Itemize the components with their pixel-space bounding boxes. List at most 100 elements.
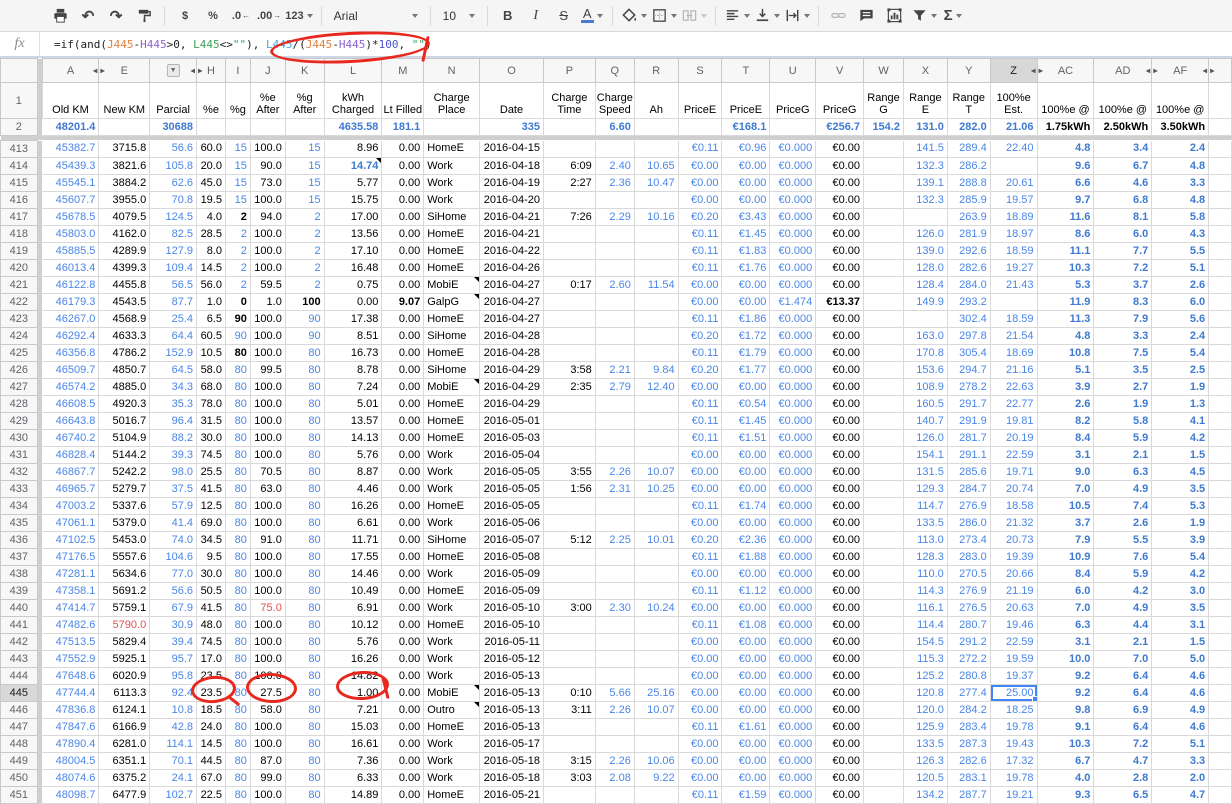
cell-AC423[interactable]: 11.3 [1037, 311, 1094, 328]
cell-A422[interactable]: 46179.3 [42, 294, 99, 311]
cell-Y418[interactable]: 281.9 [947, 226, 990, 243]
cell-J428[interactable]: 100.0 [250, 396, 285, 413]
format-percent-button[interactable]: % [201, 4, 225, 28]
cell-T413[interactable]: €0.96 [722, 141, 770, 158]
cell-L451[interactable]: 14.89 [324, 787, 382, 804]
row-header-438[interactable]: 438 [1, 566, 38, 583]
cell-A449[interactable]: 48004.5 [42, 753, 99, 770]
cell-J416[interactable]: 100.0 [250, 192, 285, 209]
cell-T419[interactable]: €1.83 [722, 243, 770, 260]
cell-R449[interactable]: 10.06 [634, 753, 678, 770]
cell-X428[interactable]: 160.5 [903, 396, 947, 413]
cell-A427[interactable]: 46574.2 [42, 379, 99, 396]
cell-M426[interactable]: 0.00 [382, 362, 424, 379]
cell-H448[interactable]: 14.5 [197, 736, 226, 753]
cell-Q421[interactable]: 2.60 [595, 277, 634, 294]
cell-U449[interactable]: €0.000 [770, 753, 816, 770]
cell-Y439[interactable]: 276.9 [947, 583, 990, 600]
row-header-450[interactable]: 450 [1, 770, 38, 787]
total-cell-E[interactable] [99, 119, 150, 136]
cell-Y434[interactable]: 276.9 [947, 498, 990, 515]
cell-I422[interactable]: 0 [225, 294, 250, 311]
cell-AD425[interactable]: 7.5 [1094, 345, 1152, 362]
cell-X445[interactable]: 120.8 [903, 685, 947, 702]
cell-V434[interactable]: €0.00 [816, 498, 864, 515]
cell-R429[interactable] [634, 413, 678, 430]
cell-T430[interactable]: €1.51 [722, 430, 770, 447]
cell-J431[interactable]: 100.0 [250, 447, 285, 464]
cell-A417[interactable]: 45678.5 [42, 209, 99, 226]
cell-H429[interactable]: 31.5 [197, 413, 226, 430]
cell-V417[interactable]: €0.00 [816, 209, 864, 226]
cell-I430[interactable]: 80 [225, 430, 250, 447]
cell-M422[interactable]: 9.07 [382, 294, 424, 311]
cell-AC415[interactable]: 6.6 [1037, 175, 1094, 192]
cell-AC418[interactable]: 8.6 [1037, 226, 1094, 243]
cell-G422[interactable]: 87.7 [150, 294, 197, 311]
cell-Y421[interactable]: 284.0 [947, 277, 990, 294]
cell-R423[interactable] [634, 311, 678, 328]
column-header-sliver[interactable]: ▶ [1209, 59, 1232, 83]
cell-P445[interactable]: 0:10 [543, 685, 595, 702]
cell-H432[interactable]: 25.5 [197, 464, 226, 481]
cell-Q415[interactable]: 2.36 [595, 175, 634, 192]
cell-sliver416[interactable] [1209, 192, 1232, 209]
cell-O446[interactable]: 2016-05-13 [480, 702, 544, 719]
cell-sliver448[interactable] [1209, 736, 1232, 753]
cell-AD421[interactable]: 3.7 [1094, 277, 1152, 294]
cell-T416[interactable]: €0.00 [722, 192, 770, 209]
cell-H419[interactable]: 8.0 [197, 243, 226, 260]
cell-G445[interactable]: 92.4 [150, 685, 197, 702]
cell-V439[interactable]: €0.00 [816, 583, 864, 600]
cell-I437[interactable]: 80 [225, 549, 250, 566]
cell-U444[interactable]: €0.000 [770, 668, 816, 685]
cell-Q445[interactable]: 5.66 [595, 685, 634, 702]
cell-A426[interactable]: 46509.7 [42, 362, 99, 379]
cell-AD433[interactable]: 4.9 [1094, 481, 1152, 498]
row-header-439[interactable]: 439 [1, 583, 38, 600]
cell-G438[interactable]: 77.0 [150, 566, 197, 583]
cell-J430[interactable]: 100.0 [250, 430, 285, 447]
cell-R435[interactable] [634, 515, 678, 532]
cell-X450[interactable]: 120.5 [903, 770, 947, 787]
cell-Z414[interactable] [990, 158, 1037, 175]
cell-I438[interactable]: 80 [225, 566, 250, 583]
cell-X426[interactable]: 153.6 [903, 362, 947, 379]
cell-X440[interactable]: 116.1 [903, 600, 947, 617]
cell-Z442[interactable]: 22.59 [990, 634, 1037, 651]
cell-T432[interactable]: €0.00 [722, 464, 770, 481]
cell-AD427[interactable]: 2.7 [1094, 379, 1152, 396]
cell-V441[interactable]: €0.00 [816, 617, 864, 634]
cell-Z426[interactable]: 21.16 [990, 362, 1037, 379]
cell-AF437[interactable]: 5.4 [1152, 549, 1209, 566]
cell-Y441[interactable]: 280.7 [947, 617, 990, 634]
cell-O415[interactable]: 2016-04-19 [480, 175, 544, 192]
cell-U426[interactable]: €0.000 [770, 362, 816, 379]
cell-N427[interactable]: MobiE [424, 379, 480, 396]
row-header-424[interactable]: 424 [1, 328, 38, 345]
cell-AC414[interactable]: 9.6 [1037, 158, 1094, 175]
cell-M429[interactable]: 0.00 [382, 413, 424, 430]
cell-Y433[interactable]: 284.7 [947, 481, 990, 498]
cell-U434[interactable]: €0.000 [770, 498, 816, 515]
cell-S425[interactable]: €0.11 [678, 345, 722, 362]
cell-V433[interactable]: €0.00 [816, 481, 864, 498]
cell-A446[interactable]: 47836.8 [42, 702, 99, 719]
cell-M449[interactable]: 0.00 [382, 753, 424, 770]
cell-S448[interactable]: €0.00 [678, 736, 722, 753]
cell-E447[interactable]: 6166.9 [99, 719, 150, 736]
cell-X416[interactable]: 132.3 [903, 192, 947, 209]
cell-AF416[interactable]: 4.8 [1152, 192, 1209, 209]
cell-T418[interactable]: €1.45 [722, 226, 770, 243]
total-cell-H[interactable] [197, 119, 226, 136]
column-header-AF[interactable]: AF▶◀ [1152, 59, 1209, 83]
cell-O437[interactable]: 2016-05-08 [480, 549, 544, 566]
column-header-U[interactable]: U [770, 59, 816, 83]
cell-N428[interactable]: HomeE [424, 396, 480, 413]
cell-V415[interactable]: €0.00 [816, 175, 864, 192]
cell-U433[interactable]: €0.000 [770, 481, 816, 498]
cell-L413[interactable]: 8.96 [324, 141, 382, 158]
cell-O414[interactable]: 2016-04-18 [480, 158, 544, 175]
cell-P446[interactable]: 3:11 [543, 702, 595, 719]
cell-A450[interactable]: 48074.6 [42, 770, 99, 787]
